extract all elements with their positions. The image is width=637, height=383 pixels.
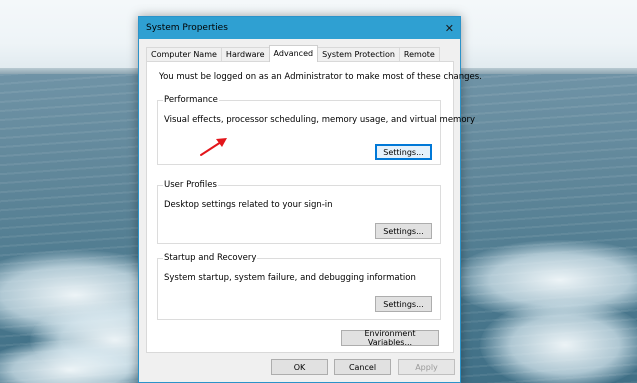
apply-button[interactable]: Apply [398,359,455,375]
startup-recovery-settings-button[interactable]: Settings... [375,296,432,312]
red-arrow-icon [200,138,227,156]
title-bar[interactable]: System Properties ✕ [139,17,460,39]
ok-button[interactable]: OK [271,359,328,375]
environment-variables-button[interactable]: Environment Variables... [341,329,439,347]
user-profiles-description: Desktop settings related to your sign-in [164,200,333,210]
tab-advanced[interactable]: Advanced [268,45,319,62]
user-profiles-group: User Profiles Desktop settings related t… [157,180,441,244]
window-title: System Properties [146,23,228,33]
close-icon[interactable]: ✕ [445,23,454,34]
startup-recovery-group: Startup and Recovery System startup, sys… [157,253,441,320]
startup-recovery-description: System startup, system failure, and debu… [164,273,416,283]
system-properties-dialog: System Properties ✕ Computer Name Hardwa… [138,16,482,383]
cancel-button[interactable]: Cancel [334,359,391,375]
tab-system-protection[interactable]: System Protection [317,47,400,62]
performance-label: Performance [163,95,219,105]
performance-settings-button[interactable]: Settings... [375,144,432,160]
advanced-tab-panel: You must be logged on as an Administrato… [146,61,482,353]
tab-strip: Computer Name Hardware Advanced System P… [146,45,440,62]
user-profiles-settings-button[interactable]: Settings... [375,223,432,239]
user-profiles-label: User Profiles [163,180,218,190]
performance-description: Visual effects, processor scheduling, me… [164,115,476,125]
tab-remote[interactable]: Remote [398,47,440,62]
tab-computer-name[interactable]: Computer Name [146,47,222,62]
startup-recovery-label: Startup and Recovery [163,253,258,263]
wave-foam [480,300,637,383]
tab-hardware[interactable]: Hardware [220,47,270,62]
admin-notice: You must be logged on as an Administrato… [159,72,482,82]
